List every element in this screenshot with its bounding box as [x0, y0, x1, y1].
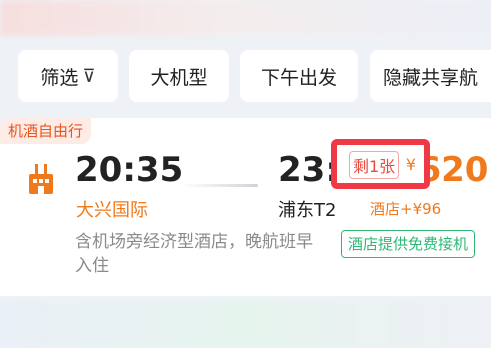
top-banner	[0, 0, 491, 36]
highlight-currency: ¥	[405, 155, 416, 174]
chip-label: 下午出发	[260, 66, 337, 89]
departure-time: 20:35	[75, 150, 184, 190]
filter-chip-large-aircraft[interactable]: 大机型	[129, 50, 229, 102]
departure-airport: 大兴国际	[76, 200, 148, 221]
filter-bar: 筛选 ⊽ 大机型 下午出发 隐藏共享航	[0, 46, 491, 106]
hotel-icon	[29, 164, 53, 194]
remaining-seats-highlight: 剩1张 ¥	[331, 139, 430, 189]
filter-chip-afternoon-departure[interactable]: 下午出发	[240, 50, 358, 102]
funnel-icon: ⊽	[82, 65, 96, 87]
remaining-seats-badge: 剩1张	[349, 151, 400, 179]
route-line	[180, 184, 258, 187]
filter-label: 筛选	[40, 66, 79, 89]
package-tag: 机酒自由行	[0, 118, 92, 144]
package-description: 含机场旁经济型酒店，晚航班早入住	[75, 232, 313, 276]
chip-label: 隐藏共享航	[382, 66, 478, 89]
filter-button[interactable]: 筛选 ⊽	[18, 50, 118, 102]
filter-chip-hide-codeshare[interactable]: 隐藏共享航	[370, 50, 491, 102]
free-pickup-badge: 酒店提供免费接机	[341, 230, 476, 258]
arrival-airport: 浦东T2	[278, 200, 337, 221]
chip-label: 大机型	[150, 66, 208, 89]
hotel-addon-price: 酒店+¥96	[370, 200, 442, 218]
next-card-preview	[0, 300, 491, 348]
